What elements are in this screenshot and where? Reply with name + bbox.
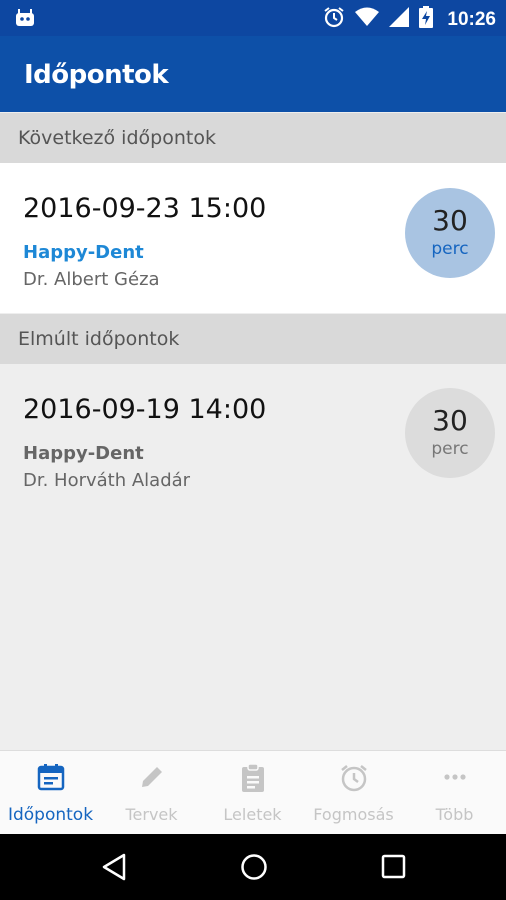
nav-item-tobb[interactable]: Több [404, 751, 505, 835]
more-dots-icon [441, 763, 469, 796]
status-bar: 10:26 [0, 0, 506, 36]
duration-value: 30 [432, 404, 468, 437]
alarm-icon [323, 6, 345, 33]
clipboard-icon [239, 763, 267, 798]
appointment-datetime: 2016-09-23 15:00 [23, 193, 267, 224]
nav-item-label: Tervek [125, 805, 178, 824]
app-toolbar: Időpontok [0, 36, 506, 112]
appointment-datetime: 2016-09-19 14:00 [23, 394, 267, 425]
nav-item-label: Leletek [223, 805, 282, 824]
page-title: Időpontok [24, 60, 169, 90]
appointment-clinic: Happy-Dent [23, 242, 144, 263]
wifi-icon [355, 7, 380, 32]
nav-item-tervek[interactable]: Tervek [101, 751, 202, 835]
section-header-upcoming: Következő időpontok [0, 113, 506, 163]
pencil-icon [138, 763, 166, 796]
section-header-label: Következő időpontok [18, 127, 216, 149]
back-icon[interactable] [100, 852, 128, 887]
appointment-clinic: Happy-Dent [23, 443, 144, 464]
battery-charging-icon [419, 6, 434, 33]
section-header-past: Elmúlt időpontok [0, 314, 506, 364]
appointment-card-past[interactable]: 2016-09-19 14:00 Happy-Dent Dr. Horváth … [0, 364, 506, 514]
duration-value: 30 [432, 204, 468, 237]
nav-item-idopontok[interactable]: Időpontok [0, 751, 101, 835]
duration-unit: perc [431, 239, 469, 259]
home-icon[interactable] [239, 852, 269, 887]
nav-item-label: Fogmosás [313, 805, 394, 824]
nav-item-label: Több [435, 805, 474, 824]
android-icon [14, 8, 36, 33]
status-time: 10:26 [447, 8, 496, 30]
signal-icon [389, 7, 410, 32]
nav-item-fogmosas[interactable]: Fogmosás [303, 751, 404, 835]
nav-item-leletek[interactable]: Leletek [202, 751, 303, 835]
appointment-doctor: Dr. Albert Géza [23, 269, 160, 290]
duration-unit: perc [431, 439, 469, 459]
nav-item-label: Időpontok [7, 805, 94, 825]
section-header-label: Elmúlt időpontok [18, 328, 180, 350]
duration-badge: 30 perc [405, 188, 495, 278]
appointment-doctor: Dr. Horváth Aladár [23, 470, 191, 491]
calendar-icon [37, 763, 65, 796]
duration-badge: 30 perc [405, 388, 495, 478]
system-navigation-bar [0, 834, 506, 900]
appointment-card-upcoming[interactable]: 2016-09-23 15:00 Happy-Dent Dr. Albert G… [0, 163, 506, 313]
bottom-navigation: Időpontok Tervek Leletek Fogmosás Több [0, 750, 506, 835]
alarm-clock-icon [339, 763, 369, 798]
recents-icon[interactable] [380, 852, 408, 887]
